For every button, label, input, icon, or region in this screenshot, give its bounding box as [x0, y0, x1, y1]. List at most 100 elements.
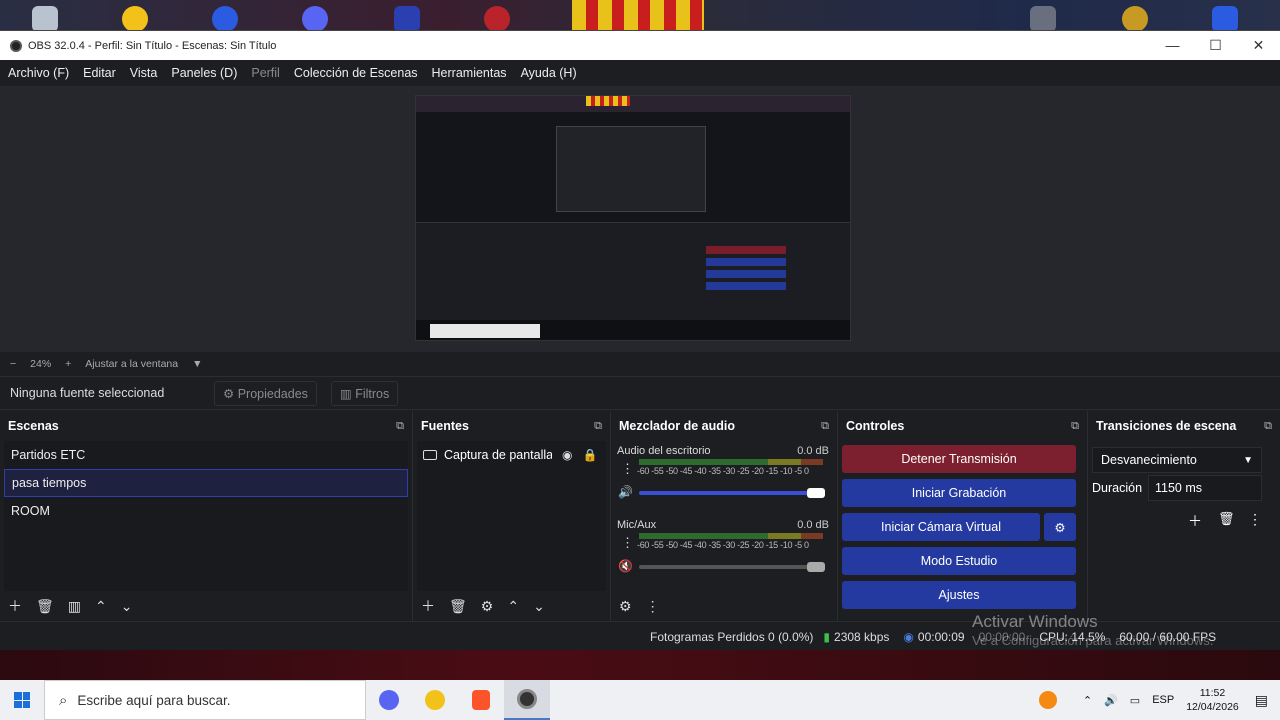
more-options-icon[interactable]: ⋮	[621, 535, 634, 551]
monitor-icon	[423, 450, 437, 460]
zoom-in-button[interactable]: +	[65, 358, 71, 370]
taskbar: ⌕ Escribe aquí para buscar. ⌃ 🔊 ▭ ESP 11…	[0, 680, 1280, 720]
duration-input[interactable]: 1150 ms	[1148, 475, 1262, 501]
recycle-bin-icon[interactable]	[32, 6, 58, 32]
notifications-icon[interactable]: ▤	[1255, 692, 1268, 709]
taskbar-discord[interactable]	[366, 680, 412, 720]
preview-canvas[interactable]	[0, 86, 1280, 352]
menu-edit[interactable]: Editar	[83, 66, 116, 80]
add-icon[interactable]: ＋	[421, 596, 435, 616]
discord-icon[interactable]	[302, 6, 328, 32]
desktop-wallpaper	[0, 650, 1280, 680]
search-icon: ⌕	[59, 691, 68, 709]
menu-scene-collection[interactable]: Colección de Escenas	[294, 66, 418, 80]
windows-logo-icon	[14, 692, 30, 708]
add-icon[interactable]: ＋	[8, 596, 22, 616]
taskbar-obs[interactable]	[504, 680, 550, 720]
list-item[interactable]: ROOM	[4, 497, 408, 525]
language-indicator[interactable]: ESP	[1152, 694, 1174, 706]
undock-icon[interactable]: ⧉	[821, 420, 829, 433]
close-button[interactable]: ✕	[1237, 37, 1280, 54]
list-item[interactable]: pasa tiempos	[4, 469, 408, 497]
advanced-audio-icon[interactable]: ⚙	[619, 598, 632, 615]
chevron-down-icon: ▼	[1243, 454, 1253, 466]
game-shortcut-icon[interactable]	[484, 6, 510, 32]
more-options-icon[interactable]: ⋮	[646, 598, 660, 615]
undock-icon[interactable]: ⧉	[1264, 420, 1272, 433]
maximize-button[interactable]: ☐	[1194, 37, 1237, 54]
menu-tools[interactable]: Herramientas	[432, 66, 507, 80]
filter-icon: ▥	[339, 386, 352, 401]
trash-icon[interactable]: 🗑	[1218, 511, 1235, 527]
obs-window: OBS 32.0.4 - Perfil: Sin Título - Escena…	[0, 30, 1280, 651]
wow-icon[interactable]	[1122, 6, 1148, 32]
taskbar-app[interactable]	[412, 680, 458, 720]
undock-icon[interactable]: ⧉	[594, 420, 602, 433]
transition-selected: Desvanecimiento	[1101, 453, 1197, 467]
stream-icon: ◉	[903, 629, 914, 644]
trash-icon[interactable]: 🗑	[449, 598, 467, 615]
more-options-icon[interactable]: ⋮	[1248, 511, 1262, 528]
filters-button[interactable]: ▥ Filtros	[330, 380, 399, 406]
undock-icon[interactable]: ⧉	[396, 420, 404, 433]
volume-icon[interactable]: 🔊	[1104, 694, 1118, 707]
move-up-icon[interactable]: ⌃	[95, 598, 107, 615]
dropped-frames: Fotogramas Perdidos 0 (0.0%)	[650, 629, 814, 644]
channel-name: Mic/Aux	[617, 519, 657, 531]
move-down-icon[interactable]: ⌄	[121, 598, 133, 615]
zoom-fit-select[interactable]: Ajustar a la ventana	[85, 358, 178, 370]
volume-meter	[639, 533, 823, 539]
more-options-icon[interactable]: ⋮	[621, 461, 634, 477]
list-item[interactable]: Partidos ETC	[4, 441, 408, 469]
game-shortcut-icon[interactable]	[1212, 6, 1238, 32]
taskbar-search[interactable]: ⌕ Escribe aquí para buscar.	[44, 680, 366, 720]
settings-button[interactable]: Ajustes	[842, 581, 1076, 609]
move-down-icon[interactable]: ⌄	[533, 598, 545, 615]
slider-handle[interactable]	[807, 488, 825, 498]
obs-logo-icon	[10, 39, 22, 52]
gear-icon[interactable]: ⚙	[481, 598, 494, 615]
filter-icon[interactable]: ▥	[68, 598, 81, 615]
virtual-camera-settings-icon[interactable]: ⚙	[1044, 513, 1076, 541]
add-icon[interactable]: ＋	[1188, 511, 1202, 531]
game-shortcut-icon[interactable]	[394, 6, 420, 32]
game-shortcut-icon[interactable]	[1030, 6, 1056, 32]
undock-icon[interactable]: ⧉	[1071, 420, 1079, 433]
menu-view[interactable]: Vista	[130, 66, 158, 80]
volume-slider[interactable]	[639, 562, 825, 572]
menu-help[interactable]: Ayuda (H)	[521, 66, 577, 80]
transition-select[interactable]: Desvanecimiento ▼	[1092, 447, 1262, 473]
speaker-muted-icon[interactable]: 🔇	[618, 559, 633, 573]
list-item[interactable]: Captura de pantalla ◉ 🔒	[417, 441, 606, 469]
brave-icon	[472, 690, 490, 710]
ea-app-icon[interactable]	[212, 6, 238, 32]
menu-file[interactable]: Archivo (F)	[8, 66, 69, 80]
activation-watermark-sub: Ve a Configuración para activar Windows.	[972, 633, 1214, 648]
chevron-down-icon[interactable]: ▼	[192, 358, 202, 370]
chevron-up-icon[interactable]: ⌃	[1083, 694, 1092, 707]
zoom-out-button[interactable]: −	[10, 358, 16, 370]
start-recording-button[interactable]: Iniciar Grabación	[842, 479, 1076, 507]
lock-icon[interactable]: 🔒	[582, 448, 597, 462]
menu-docks[interactable]: Paneles (D)	[171, 66, 237, 80]
network-icon[interactable]: ▭	[1130, 694, 1140, 707]
app-shortcut-icon[interactable]	[122, 6, 148, 32]
move-up-icon[interactable]: ⌃	[507, 598, 519, 615]
studio-mode-button[interactable]: Modo Estudio	[842, 547, 1076, 575]
trash-icon[interactable]: 🗑	[36, 598, 54, 615]
start-virtual-camera-button[interactable]: Iniciar Cámara Virtual	[842, 513, 1040, 541]
clock[interactable]: 11:52 12/04/2026	[1186, 686, 1239, 714]
minimize-button[interactable]: —	[1151, 37, 1194, 54]
start-button[interactable]	[0, 680, 44, 720]
eye-icon[interactable]: ◉	[562, 448, 572, 462]
speaker-icon[interactable]: 🔊	[618, 485, 633, 499]
taskbar-brave[interactable]	[458, 680, 504, 720]
sources-title: Fuentes	[421, 419, 469, 433]
mixer-channel-desktop: Audio del escritorio 0.0 dB ⋮ -60 -55 -5…	[611, 441, 837, 515]
menu-profile[interactable]: Perfil	[251, 66, 279, 80]
slider-handle[interactable]	[807, 562, 825, 572]
app-tray-icon[interactable]	[1038, 691, 1057, 709]
stop-streaming-button[interactable]: Detener Transmisión	[842, 445, 1076, 473]
volume-slider[interactable]	[639, 488, 825, 498]
properties-button[interactable]: ⚙ Propiedades	[214, 380, 317, 406]
